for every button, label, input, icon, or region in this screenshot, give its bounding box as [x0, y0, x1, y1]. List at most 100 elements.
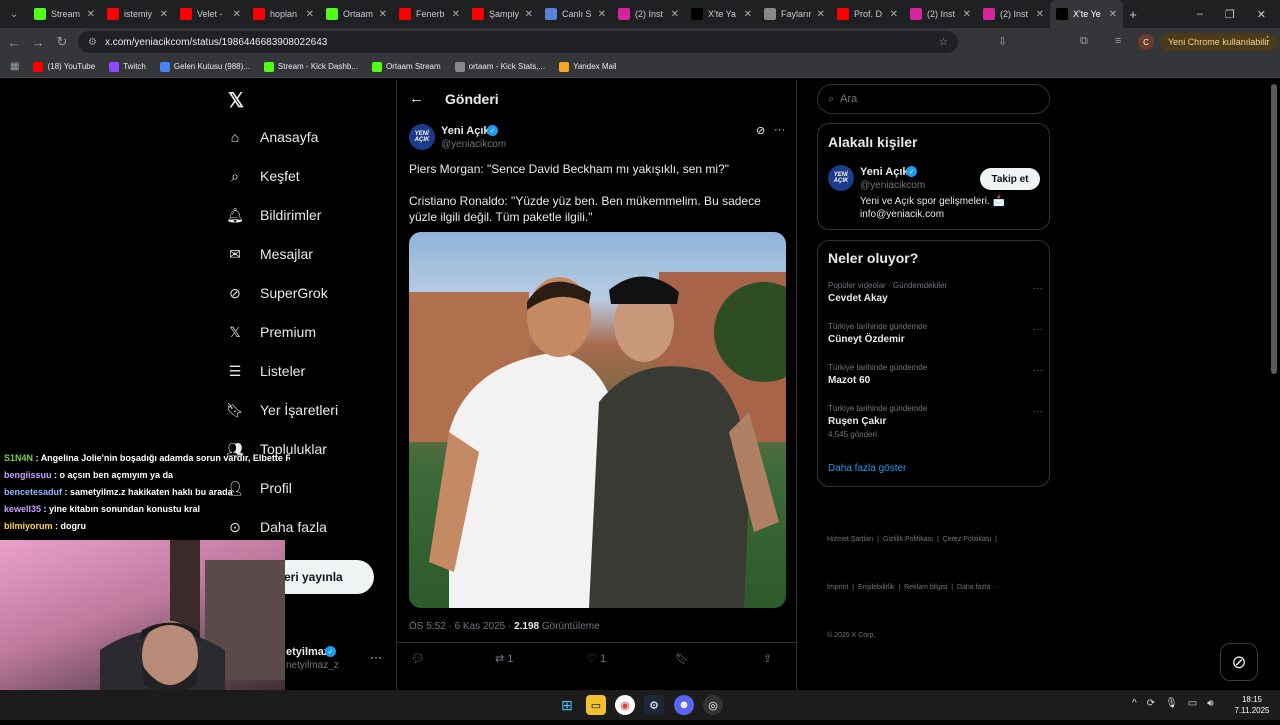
address-bar[interactable]: ⚙ x.com/yeniacikcom/status/1986446683908…: [78, 31, 958, 53]
close-tab-icon[interactable]: ✕: [379, 9, 387, 20]
obs-icon[interactable]: ◎: [703, 695, 723, 715]
nav-item-3[interactable]: ✉ Mesajlar: [226, 245, 313, 263]
close-tab-icon[interactable]: ✕: [306, 9, 314, 20]
follow-button[interactable]: Takip et: [980, 168, 1040, 190]
footer-line[interactable]: İmprint | Erişilebilirlik | Reklam bilgi…: [827, 580, 999, 596]
back-icon[interactable]: ←: [2, 35, 26, 50]
clock[interactable]: 18:15 7.11.2025: [1232, 694, 1272, 716]
search-input[interactable]: ⌕ Ara: [817, 84, 1050, 114]
tab[interactable]: (2) Inst ✕: [977, 0, 1050, 28]
close-window-button[interactable]: ✕: [1257, 8, 1266, 21]
close-tab-icon[interactable]: ✕: [525, 9, 533, 20]
show-more-link[interactable]: Daha fazla göster: [828, 463, 906, 474]
profile-avatar[interactable]: C: [1138, 34, 1154, 50]
grok-floating-icon[interactable]: ⊘: [1220, 643, 1258, 681]
close-tab-icon[interactable]: ✕: [598, 9, 606, 20]
tab[interactable]: Stream ✕: [28, 0, 101, 28]
network-icon[interactable]: ▭: [1188, 698, 1197, 709]
bookmark-item[interactable]: Ortaam Stream: [371, 61, 441, 72]
tab[interactable]: Fenerb ✕: [393, 0, 466, 28]
file-explorer-icon[interactable]: ▭: [586, 695, 606, 715]
post-time[interactable]: ÖS 5:52 · 6 Kas 2025 ·: [409, 621, 514, 632]
bookmark-item[interactable]: Gelen Kutusu (988)...: [159, 61, 250, 72]
nav-item-5[interactable]: 𝕏 Premium: [226, 323, 316, 341]
bookmark-item[interactable]: Yandex Mail: [559, 61, 617, 72]
steam-icon[interactable]: ⚙: [644, 695, 664, 715]
close-tab-icon[interactable]: ✕: [963, 9, 971, 20]
new-tab-button[interactable]: +: [1123, 7, 1143, 22]
tab[interactable]: Şampiy ✕: [466, 0, 539, 28]
bookmark-item[interactable]: Twitch: [109, 61, 146, 72]
trend-more-icon[interactable]: ···: [1033, 365, 1043, 376]
nav-item-1[interactable]: ⌕ Keşfet: [226, 167, 300, 185]
tab[interactable]: X'te Ya ✕: [685, 0, 758, 28]
minimize-button[interactable]: –: [1197, 8, 1203, 21]
bookmark-item[interactable]: ortaam - Kick Stats,...: [454, 61, 545, 72]
windows-start-icon[interactable]: ⊞: [557, 695, 577, 715]
post-button[interactable]: eri yayınla: [270, 560, 374, 594]
chrome-update-button[interactable]: Yeni Chrome kullanılabilir: [1160, 33, 1278, 51]
author-name[interactable]: Yeni Açık: [441, 125, 490, 137]
grok-icon[interactable]: ⊘: [756, 124, 765, 137]
tab[interactable]: Canlı S ✕: [539, 0, 612, 28]
nav-item-6[interactable]: ☰ Listeler: [226, 362, 305, 380]
trend-more-icon[interactable]: ···: [1033, 406, 1043, 417]
nav-item-0[interactable]: ⌂ Anasayfa: [226, 128, 319, 146]
close-tab-icon[interactable]: ✕: [890, 9, 898, 20]
bookmark-icon[interactable]: 🔖︎: [675, 652, 763, 665]
post-image[interactable]: [409, 232, 786, 608]
close-tab-icon[interactable]: ✕: [817, 9, 825, 20]
apps-icon[interactable]: ▦: [10, 61, 19, 72]
tab[interactable]: Velet - ✕: [174, 0, 247, 28]
account-more-icon[interactable]: ···: [370, 650, 382, 664]
tab[interactable]: Faylarır ✕: [758, 0, 831, 28]
tab[interactable]: X'te Ye ✕: [1050, 0, 1123, 28]
trend-item[interactable]: Türkiye tarihinde gündemde Cüneyt Özdemir…: [828, 322, 1043, 345]
sync-icon[interactable]: ⟳: [1147, 698, 1155, 709]
trend-more-icon[interactable]: ···: [1033, 283, 1043, 294]
bookmark-item[interactable]: Stream - Kick Dashb...: [263, 61, 358, 72]
close-tab-icon[interactable]: ✕: [1036, 9, 1044, 20]
account-name[interactable]: etyilmaz: [286, 646, 329, 658]
chrome-icon[interactable]: ◉: [615, 695, 635, 715]
tab[interactable]: (2) Inst ✕: [904, 0, 977, 28]
x-logo-icon[interactable]: 𝕏: [228, 88, 244, 113]
nav-item-2[interactable]: 🔔︎ Bildirimler: [226, 206, 321, 224]
footer-line[interactable]: Hizmet Şartları | Gizlilik Politikası | …: [827, 532, 999, 548]
close-tab-icon[interactable]: ✕: [452, 9, 460, 20]
tab[interactable]: Ortaam ✕: [320, 0, 393, 28]
trend-item[interactable]: Popüler videolar · Gündemdekiler Cevdet A…: [828, 281, 1043, 304]
volume-icon[interactable]: 🔊︎: [1207, 698, 1213, 709]
maximize-button[interactable]: ❐: [1225, 8, 1235, 21]
tab[interactable]: hoplan ✕: [247, 0, 320, 28]
like-button[interactable]: ♡ 1: [587, 652, 675, 665]
post-more-icon[interactable]: ···: [774, 124, 785, 136]
tab[interactable]: Prof. D ✕: [831, 0, 904, 28]
forward-icon[interactable]: →: [26, 35, 50, 50]
person-avatar[interactable]: YENİ AÇIK: [828, 165, 854, 191]
close-tab-icon[interactable]: ✕: [233, 9, 241, 20]
reload-icon[interactable]: ↻: [50, 34, 74, 50]
discord-icon[interactable]: ☻: [674, 695, 694, 715]
close-tab-icon[interactable]: ✕: [1109, 9, 1117, 20]
mic-icon[interactable]: 🎙︎: [1165, 698, 1178, 709]
close-tab-icon[interactable]: ✕: [744, 9, 752, 20]
trend-more-icon[interactable]: ···: [1033, 324, 1043, 335]
author-avatar[interactable]: YENİ AÇIK: [409, 124, 435, 150]
close-tab-icon[interactable]: ✕: [87, 9, 95, 20]
share-icon[interactable]: ⇪: [763, 652, 772, 665]
trend-item[interactable]: Türkiye tarihinde gündemde Mazot 60 ···: [828, 363, 1043, 386]
scrollbar-thumb[interactable]: [1271, 84, 1277, 374]
person-name[interactable]: Yeni Açık: [860, 166, 909, 178]
reading-list-icon[interactable]: ≡: [1115, 35, 1121, 47]
tab[interactable]: istemiy ✕: [101, 0, 174, 28]
back-arrow-icon[interactable]: ←: [409, 90, 424, 107]
install-icon[interactable]: ⇩: [998, 35, 1007, 48]
bookmark-star-icon[interactable]: ☆: [939, 37, 958, 48]
close-tab-icon[interactable]: ✕: [160, 9, 168, 20]
reply-icon[interactable]: 💬︎: [411, 652, 495, 665]
tab[interactable]: (2) Inst ✕: [612, 0, 685, 28]
chevron-up-icon[interactable]: ^: [1132, 698, 1137, 709]
close-tab-icon[interactable]: ✕: [671, 9, 679, 20]
site-info-icon[interactable]: ⚙: [88, 37, 97, 48]
